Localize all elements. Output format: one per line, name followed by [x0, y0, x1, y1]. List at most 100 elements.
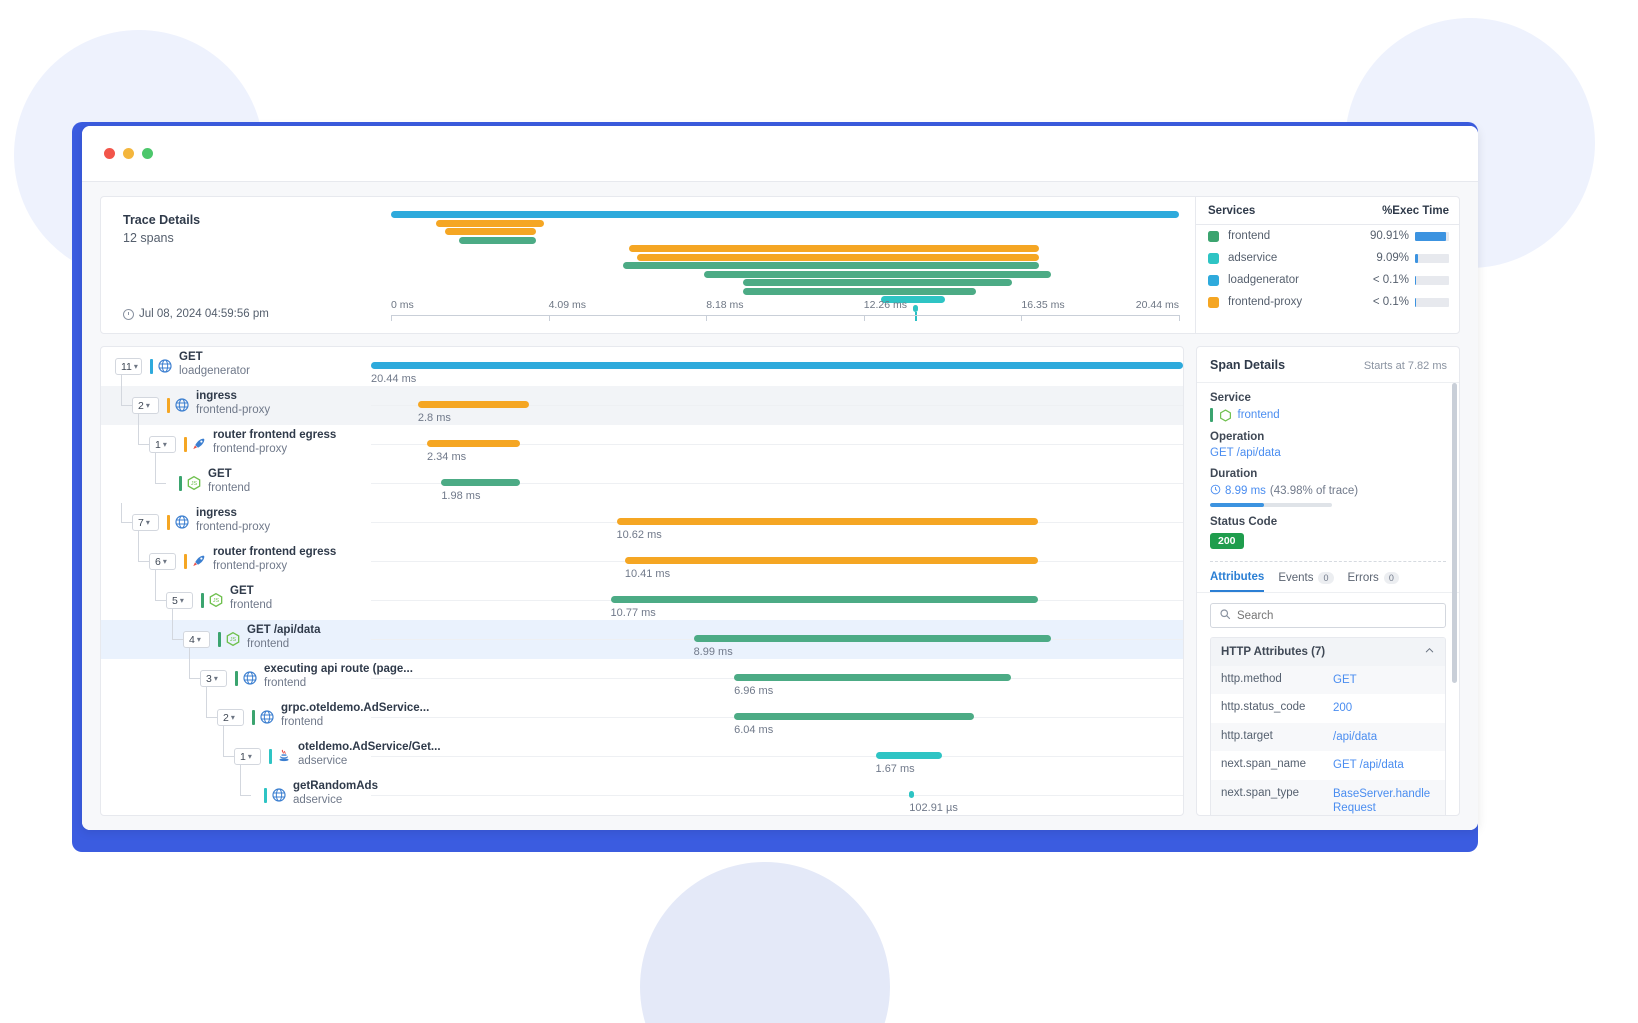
window-close-button[interactable] — [104, 148, 115, 159]
span-child-count-toggle[interactable]: 7 ▾ — [132, 514, 159, 531]
span-child-count-toggle[interactable]: 4 ▾ — [183, 631, 210, 648]
span-child-count: 1 — [155, 438, 161, 451]
span-tree-cell: 2 ▾ ingress frontend-proxy — [101, 386, 371, 425]
attributes-search-box[interactable] — [1210, 603, 1446, 628]
minimap-bar — [623, 262, 1039, 269]
span-service-name: frontend — [247, 638, 290, 650]
tree-connector — [240, 765, 241, 776]
span-duration-bar[interactable] — [693, 635, 1051, 642]
globe-icon — [242, 670, 258, 686]
tree-connector — [189, 648, 190, 659]
chevron-up-icon[interactable] — [1424, 645, 1435, 659]
trace-overview-left: Trace Details 12 spans Jul 08, 2024 04:5… — [101, 197, 1195, 333]
span-bar-cell: 2.34 ms — [371, 425, 1183, 464]
window-minimize-button[interactable] — [123, 148, 134, 159]
duration-value: 8.99 ms — [1225, 485, 1266, 497]
tab-count: 0 — [1318, 572, 1334, 584]
rocket-icon — [191, 553, 207, 569]
window-maximize-button[interactable] — [142, 148, 153, 159]
span-duration-bar[interactable] — [909, 791, 914, 798]
tab-attributes[interactable]: Attributes — [1210, 571, 1265, 592]
attributes-search-input[interactable] — [1237, 609, 1437, 622]
tab-events[interactable]: Events 0 — [1278, 572, 1334, 591]
globe-icon — [259, 709, 275, 725]
span-child-count-toggle[interactable]: 1 ▾ — [149, 436, 176, 453]
tab-label: Events — [1278, 572, 1314, 584]
status-badge: 200 — [1210, 533, 1244, 549]
service-color-swatch — [1208, 296, 1219, 308]
attribute-value[interactable]: GET — [1333, 673, 1435, 687]
span-duration-bar[interactable] — [734, 713, 975, 720]
tree-connector — [189, 678, 200, 679]
attribute-value[interactable]: /api/data — [1333, 730, 1435, 744]
span-row[interactable]: 2 ▾ ingress frontend-proxy 2.8 ms — [101, 386, 1183, 425]
span-duration-label: 6.96 ms — [734, 685, 774, 697]
span-child-count-toggle[interactable]: 6 ▾ — [149, 553, 176, 570]
span-row[interactable]: 6 ▾ router frontend egress frontend-proxy 10… — [101, 542, 1183, 581]
span-row[interactable]: getRandomAds adservice 102.91 µs — [101, 776, 1183, 815]
attribute-key: next.span_type — [1221, 786, 1300, 799]
trace-time-axis: 0 ms 4.09 ms 8.18 ms 12.26 ms 16.35 ms 20.44 … — [391, 297, 1180, 323]
span-row[interactable]: 1 ▾ oteldemo.AdService/Get... adservice 1.67… — [101, 737, 1183, 776]
service-color-swatch — [1208, 274, 1219, 286]
span-row[interactable]: 3 ▾ executing api route (page... frontend 6.… — [101, 659, 1183, 698]
trace-minimap[interactable] — [391, 205, 1179, 321]
span-duration-bar[interactable] — [734, 674, 1011, 681]
span-duration-label: 1.98 ms — [441, 490, 481, 502]
span-child-count-toggle[interactable]: 3 ▾ — [200, 670, 227, 687]
span-child-count-toggle[interactable]: 2 ▾ — [132, 397, 159, 414]
span-duration-bar[interactable] — [427, 440, 520, 447]
span-bar-cell: 10.77 ms — [371, 581, 1183, 620]
tree-connector — [240, 795, 251, 796]
globe-icon — [157, 358, 173, 374]
span-child-count: 11 — [121, 360, 132, 373]
axis-line — [391, 315, 1179, 316]
service-legend-row[interactable]: frontend 90.91% — [1196, 225, 1459, 247]
span-duration-bar[interactable] — [441, 479, 520, 486]
span-row[interactable]: JS GET frontend 1.98 ms — [101, 464, 1183, 503]
span-duration-label: 10.41 ms — [624, 568, 671, 580]
service-legend-name: adservice — [1228, 252, 1278, 264]
span-operation-name: GET — [208, 468, 232, 480]
span-row[interactable]: 4 ▾ JS GET /api/data frontend 8.99 ms — [101, 620, 1183, 659]
service-legend-row[interactable]: adservice 9.09% — [1196, 247, 1459, 269]
span-duration-bar[interactable] — [417, 401, 530, 408]
span-row[interactable]: 11 ▾ GET loadgenerator 20.44 ms — [101, 347, 1183, 386]
globe-icon — [174, 397, 190, 413]
span-bar-cell: 8.99 ms — [371, 620, 1183, 659]
service-legend-name: frontend — [1228, 230, 1271, 242]
span-child-count-toggle[interactable]: 11 ▾ — [115, 358, 142, 375]
span-duration-bar[interactable] — [875, 752, 942, 759]
span-child-count-toggle[interactable]: 5 ▾ — [166, 592, 193, 609]
service-exec-meter — [1415, 231, 1449, 241]
span-row[interactable]: 5 ▾ JS GET frontend 10.77 ms — [101, 581, 1183, 620]
span-row[interactable]: 1 ▾ router frontend egress frontend-proxy 2.… — [101, 425, 1183, 464]
span-service-name: frontend-proxy — [213, 443, 288, 455]
span-child-count-toggle[interactable]: 2 ▾ — [217, 709, 244, 726]
service-name[interactable]: frontend — [1238, 409, 1280, 421]
span-duration-label: 10.62 ms — [616, 529, 662, 541]
span-row[interactable]: 2 ▾ grpc.oteldemo.AdService... frontend 6.04… — [101, 698, 1183, 737]
details-scrollbar[interactable] — [1452, 383, 1457, 683]
tree-connector — [206, 687, 207, 698]
span-service-name: loadgenerator — [179, 365, 250, 377]
span-duration-bar[interactable] — [624, 557, 1039, 564]
span-service-name: frontend-proxy — [213, 560, 288, 572]
attribute-value[interactable]: GET /api/data — [1333, 758, 1435, 772]
operation-value[interactable]: GET /api/data — [1210, 447, 1446, 459]
trace-span-count: 12 spans — [123, 231, 174, 245]
attribute-value[interactable]: BaseServer.handleRequest — [1333, 787, 1435, 816]
span-duration-bar[interactable] — [616, 518, 1039, 525]
duration-meter — [1210, 503, 1332, 507]
service-legend-row[interactable]: frontend-proxy < 0.1% — [1196, 291, 1459, 313]
span-bar-cell: 10.41 ms — [371, 542, 1183, 581]
attribute-value[interactable]: 200 — [1333, 701, 1435, 715]
http-attributes-header[interactable]: HTTP Attributes (7) — [1211, 638, 1445, 666]
span-row[interactable]: 7 ▾ ingress frontend-proxy 10.62 ms — [101, 503, 1183, 542]
span-duration-bar[interactable] — [371, 362, 1183, 369]
tab-errors[interactable]: Errors 0 — [1348, 572, 1399, 591]
span-child-count-toggle[interactable]: 1 ▾ — [234, 748, 261, 765]
service-exec-percent: 90.91% — [1369, 230, 1409, 242]
service-legend-row[interactable]: loadgenerator < 0.1% — [1196, 269, 1459, 291]
span-duration-bar[interactable] — [610, 596, 1039, 603]
